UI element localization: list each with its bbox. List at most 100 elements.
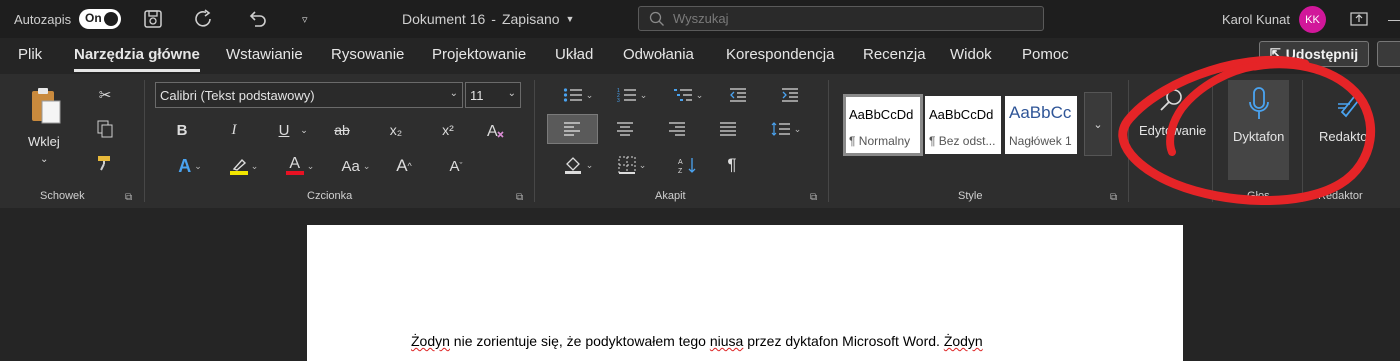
numbering-icon: 123 <box>617 88 636 103</box>
save-icon[interactable] <box>142 0 164 38</box>
editing-search-icon[interactable] <box>1150 82 1194 118</box>
tab-projektowanie[interactable]: Projektowanie <box>432 38 526 74</box>
multilevel-list-icon <box>673 89 692 101</box>
decrease-indent-icon[interactable] <box>726 84 750 106</box>
cut-icon[interactable]: ✂ <box>94 84 116 106</box>
sort-button[interactable]: AZ <box>668 154 708 176</box>
increase-indent-icon[interactable] <box>778 84 802 106</box>
text-segment: przez dyktafon Microsoft Word. <box>743 333 944 349</box>
comments-button[interactable] <box>1377 41 1400 67</box>
paste-icon[interactable] <box>26 84 66 128</box>
tab-narzedzia-glowne[interactable]: Narzędzia główne <box>74 38 200 74</box>
editing-chevron-icon[interactable]: ⌄ <box>1166 140 1174 151</box>
clear-formatting-icon[interactable]: A <box>484 118 508 142</box>
bullets-button[interactable]: ⌄ <box>558 84 598 106</box>
multilevel-list-button[interactable]: ⌄ <box>668 84 708 106</box>
underline-button[interactable]: U <box>272 118 296 142</box>
toggle-state: On <box>85 11 102 25</box>
ribbon: Wklej ⌄ ✂ Schowek ⧉ Calibri (Tekst podst… <box>0 74 1400 208</box>
editor-group-label: Redaktor <box>1318 190 1363 202</box>
format-painter-icon[interactable] <box>94 152 116 174</box>
style-sample: AaBbCcDd <box>849 107 914 122</box>
strikethrough-button[interactable]: ab <box>328 118 356 142</box>
paste-chevron-icon[interactable]: ⌄ <box>40 154 48 165</box>
tab-rysowanie[interactable]: Rysowanie <box>331 38 404 74</box>
undo-icon[interactable] <box>246 0 268 38</box>
tab-widok[interactable]: Widok <box>950 38 992 74</box>
font-launcher-icon[interactable]: ⧉ <box>516 192 523 203</box>
microphone-icon <box>1244 84 1274 124</box>
align-right-icon[interactable] <box>665 118 689 140</box>
text-effects-icon: A <box>178 155 192 176</box>
autosave-toggle[interactable]: On <box>79 0 121 38</box>
font-name-select[interactable]: Calibri (Tekst podstawowy) ⌄ <box>155 82 463 108</box>
align-center-icon[interactable] <box>613 118 637 140</box>
svg-text:3: 3 <box>617 98 620 103</box>
share-icon: ⇱ <box>1269 46 1281 61</box>
italic-button[interactable]: I <box>222 118 246 142</box>
style-normal[interactable]: AaBbCcDd ¶ Normalny <box>843 94 923 156</box>
justify-icon[interactable] <box>716 118 740 140</box>
minimize-icon[interactable]: — <box>1388 0 1400 38</box>
highlighter-icon <box>229 157 248 175</box>
redo-icon[interactable] <box>193 0 215 38</box>
grow-font-icon[interactable]: A ^ <box>390 154 418 178</box>
chevron-down-icon: ▼ <box>565 14 575 24</box>
avatar[interactable]: KK <box>1299 6 1326 33</box>
chevron-down-icon: ⌄ <box>507 88 516 99</box>
subscript-button[interactable]: x₂ <box>382 118 410 142</box>
change-case-button[interactable]: Aa ⌄ <box>336 154 376 178</box>
numbering-button[interactable]: 1 2 3 ⌄ <box>612 84 652 106</box>
style-heading-1[interactable]: AaBbCc Nagłówek 1 <box>1005 96 1077 154</box>
copy-icon[interactable] <box>94 118 116 140</box>
styles-gallery-more-icon[interactable]: ⌄ <box>1084 92 1112 156</box>
font-size-value: 11 <box>470 87 484 103</box>
editing-label[interactable]: Edytowanie <box>1139 123 1206 138</box>
user-name[interactable]: Karol Kunat <box>1222 0 1290 38</box>
ribbon-tabs: Plik Narzędzia główne Wstawianie Rysowan… <box>0 38 1400 74</box>
borders-icon <box>618 156 636 174</box>
tab-korespondencja[interactable]: Korespondencja <box>726 38 834 74</box>
dictate-label: Dyktafon <box>1233 129 1285 144</box>
font-color-button[interactable]: A ⌄ <box>280 154 320 178</box>
line-spacing-icon <box>771 122 790 136</box>
document-text[interactable]: Żodyn nie zorientuje się, że podyktowałe… <box>411 333 983 349</box>
style-sample: AaBbCcDd <box>929 107 994 122</box>
styles-launcher-icon[interactable]: ⧉ <box>1110 192 1117 203</box>
tab-uklad[interactable]: Układ <box>555 38 593 74</box>
tab-wstawianie[interactable]: Wstawianie <box>226 38 303 74</box>
text-effects-button[interactable]: A ⌄ <box>170 154 210 178</box>
styles-group-label: Style <box>958 190 983 202</box>
bold-button[interactable]: B <box>170 118 194 142</box>
share-label: Udostępnij <box>1285 46 1359 62</box>
ribbon-display-icon[interactable] <box>1350 0 1368 38</box>
search-input[interactable]: Wyszukaj <box>638 6 1044 31</box>
show-formatting-button[interactable]: ¶ <box>720 154 744 176</box>
paragraph-launcher-icon[interactable]: ⧉ <box>810 192 817 203</box>
style-no-spacing[interactable]: AaBbCcDd ¶ Bez odst... <box>925 96 1001 154</box>
title-bar: Autozapis On ▿ Dokument 16 - Zapisano ▼ … <box>0 0 1400 38</box>
shrink-font-icon[interactable]: Aˇ <box>442 154 470 178</box>
document-page[interactable]: Żodyn nie zorientuje się, że podyktowałe… <box>307 225 1183 361</box>
document-title[interactable]: Dokument 16 - Zapisano ▼ <box>402 0 574 38</box>
superscript-button[interactable]: x² <box>434 118 462 142</box>
doc-title-text: Dokument 16 <box>402 11 486 27</box>
tab-odwolania[interactable]: Odwołania <box>623 38 694 74</box>
customize-icon[interactable]: ▿ <box>302 0 308 38</box>
editor-label[interactable]: Redaktor <box>1319 129 1372 144</box>
tab-recenzja[interactable]: Recenzja <box>863 38 926 74</box>
line-spacing-button[interactable]: ⌄ <box>766 118 806 140</box>
share-button[interactable]: ⇱ Udostępnij <box>1259 41 1369 67</box>
clipboard-launcher-icon[interactable]: ⧉ <box>125 192 132 203</box>
tab-plik[interactable]: Plik <box>18 38 42 74</box>
editor-pen-icon[interactable] <box>1334 84 1368 120</box>
highlight-button[interactable]: ⌄ <box>222 154 266 178</box>
tab-pomoc[interactable]: Pomoc <box>1022 38 1069 74</box>
paste-label[interactable]: Wklej <box>28 134 60 149</box>
underline-chevron-icon[interactable]: ⌄ <box>298 118 310 142</box>
borders-button[interactable]: ⌄ <box>612 154 652 176</box>
shading-icon <box>564 157 581 174</box>
font-group-label: Czcionka <box>307 190 353 202</box>
font-size-select[interactable]: 11 ⌄ <box>465 82 521 108</box>
shading-button[interactable]: ⌄ <box>558 154 598 176</box>
